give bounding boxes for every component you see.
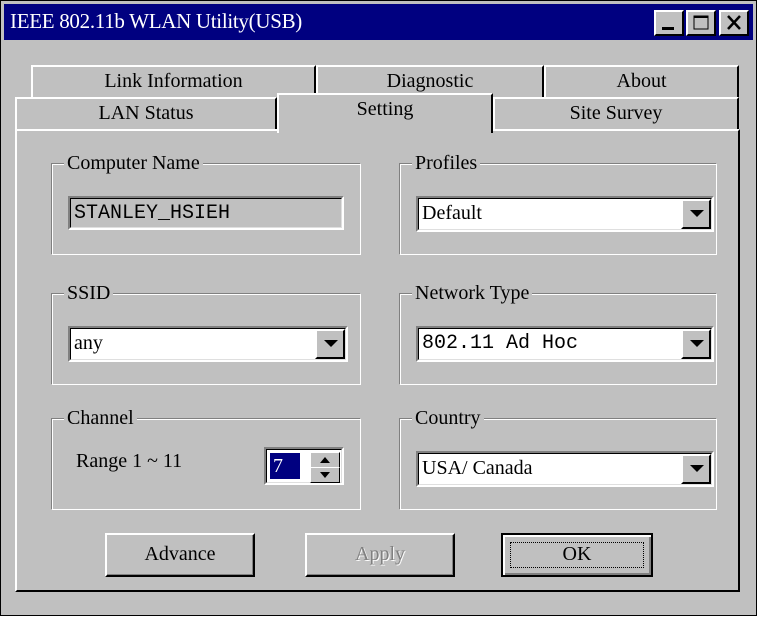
close-button[interactable] <box>719 10 749 36</box>
profiles-selected: Default <box>422 202 482 224</box>
channel-stepper[interactable]: 7 <box>264 447 344 485</box>
ok-button[interactable]: OK <box>501 533 653 577</box>
arrow-up-icon <box>320 457 330 463</box>
channel-value[interactable]: 7 <box>270 453 300 479</box>
country-dropdown[interactable]: USA/ Canada <box>416 451 714 487</box>
ssid-selected: any <box>74 332 103 354</box>
country-label: Country <box>412 406 484 430</box>
chevron-down-icon <box>690 465 704 472</box>
arrow-down-icon <box>320 472 330 478</box>
channel-label: Channel <box>64 406 137 430</box>
tab-setting[interactable]: Setting <box>277 93 493 133</box>
tab-about[interactable]: About <box>544 65 739 97</box>
channel-increment-button[interactable] <box>310 452 340 468</box>
chevron-down-icon <box>690 210 704 217</box>
minimize-button[interactable] <box>654 10 684 36</box>
channel-range-text: Range 1 ~ 11 <box>76 450 183 472</box>
channel-group: Channel Range 1 ~ 11 7 <box>51 406 361 510</box>
country-dropdown-button[interactable] <box>681 454 711 484</box>
title-bar[interactable]: IEEE 802.11b WLAN Utility(USB) <box>4 4 753 40</box>
tab-link-information[interactable]: Link Information <box>31 65 316 97</box>
network-type-group: Network Type 802.11 Ad Hoc <box>399 281 717 385</box>
maximize-icon <box>693 15 709 30</box>
profiles-group: Profiles Default <box>399 151 717 255</box>
chevron-down-icon <box>690 340 704 347</box>
ok-button-label: OK <box>562 543 592 565</box>
tab-site-survey[interactable]: Site Survey <box>493 97 739 129</box>
tab-lan-status[interactable]: LAN Status <box>15 97 277 129</box>
network-type-dropdown-button[interactable] <box>681 329 711 359</box>
setting-panel: Computer Name STANLEY_HSIEH Profiles Def… <box>15 129 740 592</box>
network-type-dropdown[interactable]: 802.11 Ad Hoc <box>416 326 714 362</box>
ssid-group: SSID any <box>51 281 361 385</box>
computer-name-value: STANLEY_HSIEH <box>74 202 231 225</box>
profiles-label: Profiles <box>412 151 481 175</box>
network-type-selected: 802.11 Ad Hoc <box>422 332 579 355</box>
computer-name-field[interactable]: STANLEY_HSIEH <box>68 196 344 230</box>
apply-button[interactable]: Apply <box>305 533 455 577</box>
maximize-button[interactable] <box>686 10 716 36</box>
close-icon <box>727 15 741 30</box>
chevron-down-icon <box>324 340 338 347</box>
network-type-label: Network Type <box>412 281 533 305</box>
ssid-dropdown-button[interactable] <box>315 329 345 359</box>
minimize-icon <box>662 27 674 30</box>
ssid-dropdown[interactable]: any <box>68 326 348 362</box>
utility-window: IEEE 802.11b WLAN Utility(USB) Link Info… <box>0 0 757 616</box>
advance-button[interactable]: Advance <box>105 533 255 577</box>
profiles-dropdown-button[interactable] <box>681 199 711 229</box>
country-selected: USA/ Canada <box>422 457 533 479</box>
ssid-label: SSID <box>64 281 114 305</box>
country-group: Country USA/ Canada <box>399 406 717 510</box>
computer-name-group: Computer Name STANLEY_HSIEH <box>51 151 361 255</box>
computer-name-label: Computer Name <box>64 151 203 175</box>
profiles-dropdown[interactable]: Default <box>416 196 714 232</box>
window-title: IEEE 802.11b WLAN Utility(USB) <box>10 9 302 33</box>
channel-decrement-button[interactable] <box>310 467 340 483</box>
